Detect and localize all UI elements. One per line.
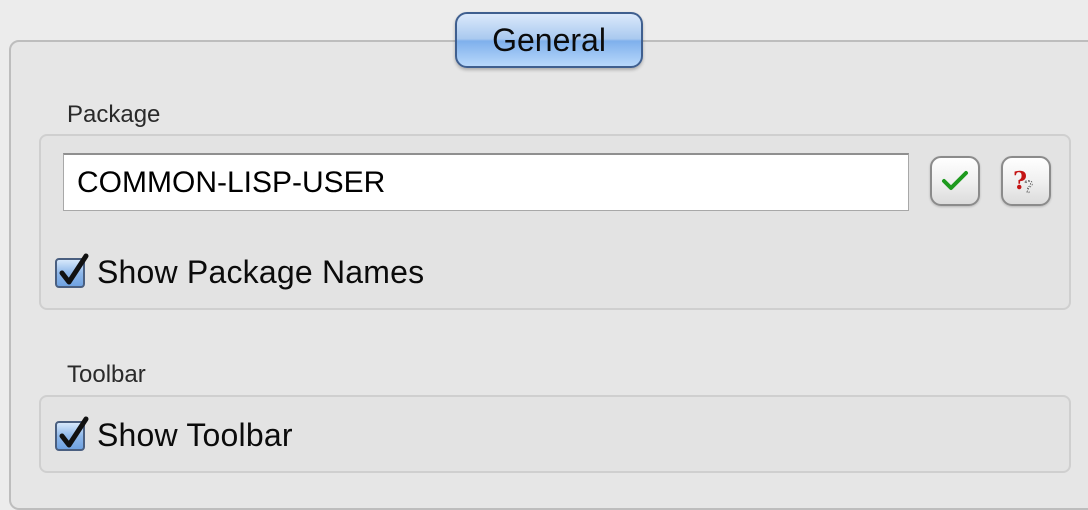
checkbox-checkmark-icon <box>59 253 89 284</box>
tab-general-label: General <box>492 21 606 58</box>
show-package-names-checkbox-row[interactable]: Show Package Names <box>55 253 425 291</box>
checkmark-icon <box>942 171 968 190</box>
question-mark-icon: ? ? <box>1013 166 1034 198</box>
show-toolbar-label: Show Toolbar <box>97 417 293 453</box>
checkbox-checkmark-icon <box>59 416 89 447</box>
tab-general[interactable]: General <box>455 12 643 68</box>
show-toolbar-checkbox-row[interactable]: Show Toolbar <box>55 416 293 454</box>
show-package-names-label: Show Package Names <box>97 254 425 290</box>
package-input[interactable] <box>63 153 909 211</box>
package-section-title: Package <box>67 101 161 128</box>
package-help-button[interactable]: ? ? <box>1001 156 1051 206</box>
show-package-names-checkbox[interactable] <box>55 253 89 288</box>
toolbar-section-title: Toolbar <box>67 361 146 388</box>
apply-package-button[interactable] <box>930 156 980 206</box>
svg-text:?: ? <box>1024 178 1033 198</box>
show-toolbar-checkbox[interactable] <box>55 416 89 451</box>
